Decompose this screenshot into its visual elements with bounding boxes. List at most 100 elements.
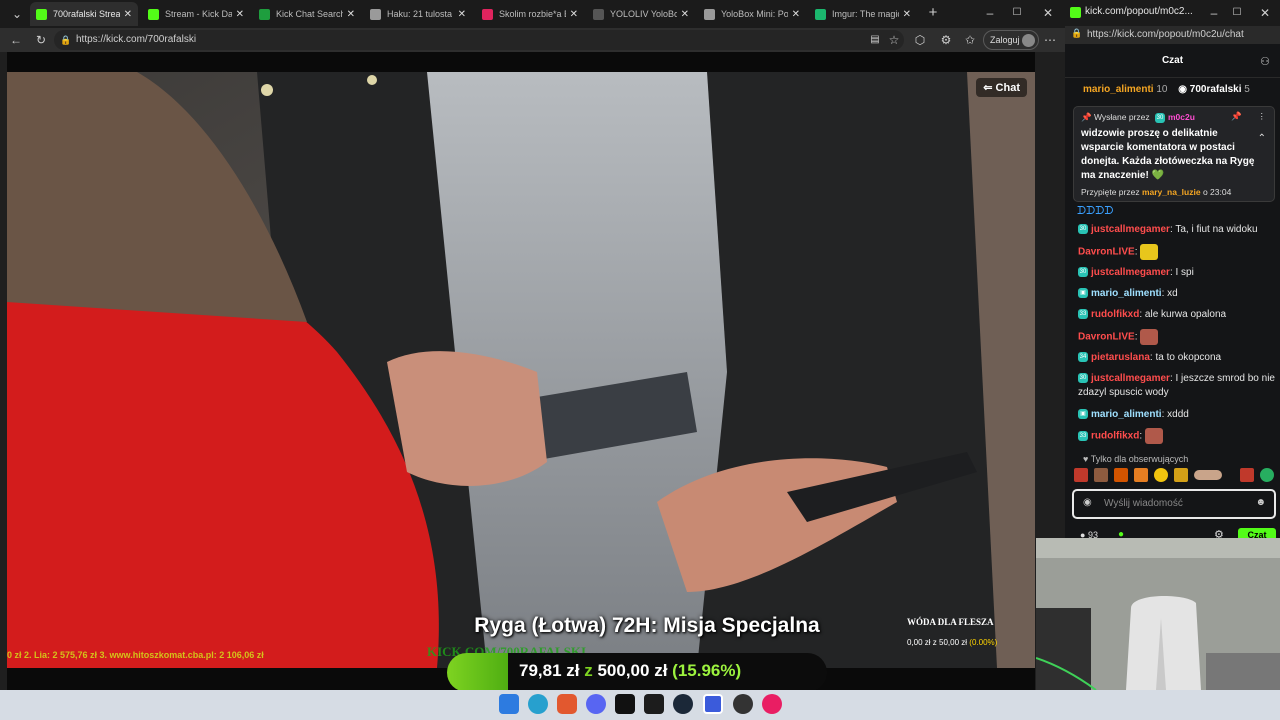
edge-icon[interactable] bbox=[528, 694, 548, 714]
tab-4[interactable]: Haku: 21 tulosta hak ✕ bbox=[364, 2, 472, 26]
tab-1[interactable]: 700rafalski Strea ✕ bbox=[30, 2, 138, 26]
chat-username[interactable]: justcallmegamer bbox=[1091, 373, 1170, 384]
emote-row: ᗪᗪᗪᗪ bbox=[1077, 205, 1114, 217]
emote[interactable] bbox=[1260, 468, 1274, 482]
tab-8[interactable]: Imgur: The magic o ✕ bbox=[809, 2, 917, 26]
tab-2[interactable]: Stream - Kick Dashb ✕ bbox=[142, 2, 250, 26]
chat-username[interactable]: justcallmegamer bbox=[1091, 224, 1170, 235]
minimize-icon[interactable]: – bbox=[982, 5, 998, 21]
avatar bbox=[1022, 34, 1035, 47]
pinned-header: 📌 Wysłane przez 30 m0c2u 📌 ⋮ bbox=[1081, 111, 1267, 123]
donation-goal-bar: 79,81 zł z 500,00 zł (15.96%) bbox=[447, 653, 827, 692]
emote[interactable] bbox=[1134, 468, 1148, 482]
favorites-icon[interactable]: ✩ bbox=[962, 32, 978, 48]
pinned-text: widzowie proszę o delikatnie wsparcie ko… bbox=[1081, 128, 1255, 181]
close-tab-icon[interactable]: ✕ bbox=[570, 9, 578, 20]
tab-label: Stream - Kick Dashb bbox=[165, 9, 232, 19]
subscriber-badge: 30 bbox=[1078, 373, 1088, 384]
new-tab-button[interactable]: + bbox=[925, 5, 941, 21]
top-gifter-count: 5 bbox=[1244, 84, 1250, 95]
emote[interactable] bbox=[1094, 468, 1108, 482]
epic-games-icon[interactable] bbox=[644, 694, 664, 714]
gift-badge-icon: ▣ bbox=[1078, 409, 1088, 420]
tab-3[interactable]: Kick Chat Search ✕ bbox=[253, 2, 361, 26]
emote[interactable] bbox=[1240, 468, 1254, 482]
chat-username[interactable]: rudolfikxd bbox=[1091, 309, 1139, 320]
close-tab-icon[interactable]: ✕ bbox=[681, 9, 689, 20]
stream-video[interactable]: ⇐ Chat Ryga (Łotwa) 72H: Misja Specjalna… bbox=[7, 72, 1035, 668]
back-arrow-icon[interactable]: ← bbox=[8, 32, 24, 48]
top-gifter-name[interactable]: mario_alimenti bbox=[1083, 84, 1154, 95]
emote[interactable] bbox=[1154, 468, 1168, 482]
chat-username[interactable]: pietaruslana bbox=[1091, 352, 1150, 363]
minimize-icon[interactable]: – bbox=[1206, 5, 1222, 21]
tab-list-chevron-icon[interactable]: ⌄ bbox=[9, 6, 25, 22]
emote[interactable] bbox=[1074, 468, 1088, 482]
chat-toggle-button[interactable]: ⇐ Chat bbox=[976, 78, 1027, 97]
youtube-icon bbox=[482, 8, 493, 20]
chat-input[interactable]: ◉ Wyślij wiadomość ☻ bbox=[1072, 489, 1276, 519]
chat-text: Ta, i fiut na widoku bbox=[1175, 224, 1258, 235]
obs-icon[interactable] bbox=[733, 694, 753, 714]
chat-message: ▣ mario_alimenti: xddd bbox=[1078, 408, 1278, 422]
users-icon[interactable]: ⚇ bbox=[1257, 54, 1273, 70]
login-button[interactable]: Zaloguj bbox=[983, 30, 1039, 50]
reader-mode-icon[interactable]: ▤ bbox=[867, 32, 883, 48]
tab-7[interactable]: YoloBox Mini: Portab ✕ bbox=[698, 2, 806, 26]
close-window-icon[interactable]: ✕ bbox=[1040, 5, 1056, 21]
chat-text: xd bbox=[1167, 288, 1178, 299]
emote[interactable] bbox=[1194, 470, 1222, 480]
app-icon[interactable] bbox=[615, 694, 635, 714]
tab-label: YoloBox Mini: Portab bbox=[721, 9, 788, 19]
more-options-icon[interactable]: ⋮ bbox=[1258, 111, 1267, 122]
close-tab-icon[interactable]: ✕ bbox=[236, 9, 244, 20]
maximize-icon[interactable]: ☐ bbox=[1229, 5, 1245, 21]
pinned-by-user[interactable]: mary_na_luzie bbox=[1142, 187, 1201, 197]
start-icon[interactable] bbox=[499, 694, 519, 714]
close-tab-icon[interactable]: ✕ bbox=[347, 9, 355, 20]
close-tab-icon[interactable]: ✕ bbox=[124, 9, 132, 20]
subscriber-badge: 33 bbox=[1078, 309, 1088, 320]
chat-username[interactable]: DavronLIVE bbox=[1078, 332, 1135, 343]
pinned-author[interactable]: m0c2u bbox=[1168, 112, 1195, 122]
chat-username[interactable]: mario_alimenti bbox=[1091, 288, 1162, 299]
emote[interactable] bbox=[1174, 468, 1188, 482]
reload-icon[interactable]: ↻ bbox=[33, 32, 49, 48]
chat-header: Czat ⚇ bbox=[1065, 44, 1280, 78]
donation-ticker: 0 zł 2. Lia: 2 575,76 zł 3. www.hitoszko… bbox=[7, 650, 264, 660]
chat-username[interactable]: justcallmegamer bbox=[1091, 267, 1170, 278]
close-window-icon[interactable]: ✕ bbox=[1257, 5, 1273, 21]
close-tab-icon[interactable]: ✕ bbox=[792, 9, 800, 20]
steam-icon[interactable] bbox=[673, 694, 693, 714]
app-icon[interactable] bbox=[762, 694, 782, 714]
gift-badge-icon: ▣ bbox=[1078, 288, 1088, 299]
discord-icon[interactable] bbox=[586, 694, 606, 714]
emoji-icon[interactable]: ☻ bbox=[1255, 497, 1266, 508]
emote[interactable] bbox=[1114, 468, 1128, 482]
tab-5[interactable]: Skolim rozbie*a Bla ✕ bbox=[476, 2, 584, 26]
extensions-icon[interactable]: ⬡ bbox=[912, 32, 928, 48]
donation-goal-text: 79,81 zł z 500,00 zł (15.96%) bbox=[519, 661, 741, 681]
chat-username[interactable]: mario_alimenti bbox=[1091, 409, 1162, 420]
tab-6[interactable]: YOLOLIV YoloBox M ✕ bbox=[587, 2, 695, 26]
maximize-icon[interactable]: ☐ bbox=[1009, 5, 1025, 21]
more-menu-icon[interactable]: ⋯ bbox=[1042, 32, 1058, 48]
chat-username[interactable]: rudolfikxd bbox=[1091, 431, 1139, 442]
collapse-chevron-icon[interactable]: ⌃ bbox=[1258, 133, 1266, 144]
pinned-at-label: o bbox=[1202, 187, 1208, 197]
settings-gear-icon[interactable]: ⚙ bbox=[938, 32, 954, 48]
page-icon bbox=[370, 8, 381, 20]
tab-label: YOLOLIV YoloBox M bbox=[610, 9, 677, 19]
tab-label: Kick Chat Search bbox=[276, 9, 343, 19]
app-active-icon[interactable] bbox=[703, 694, 723, 714]
close-tab-icon[interactable]: ✕ bbox=[903, 9, 911, 20]
imgur-icon bbox=[815, 8, 826, 20]
favorite-star-icon[interactable]: ☆ bbox=[886, 32, 902, 48]
chat-username[interactable]: DavronLIVE bbox=[1078, 247, 1135, 258]
popout-url[interactable]: https://kick.com/popout/m0c2u/chat bbox=[1087, 29, 1244, 40]
close-tab-icon[interactable]: ✕ bbox=[458, 9, 466, 20]
unpin-icon[interactable]: 📌 bbox=[1231, 111, 1242, 122]
url-field[interactable]: 🔒 https://kick.com/700rafalski bbox=[54, 30, 904, 50]
brave-icon[interactable] bbox=[557, 694, 577, 714]
top-gifter-2[interactable]: ◉ 700rafalski bbox=[1178, 84, 1241, 95]
